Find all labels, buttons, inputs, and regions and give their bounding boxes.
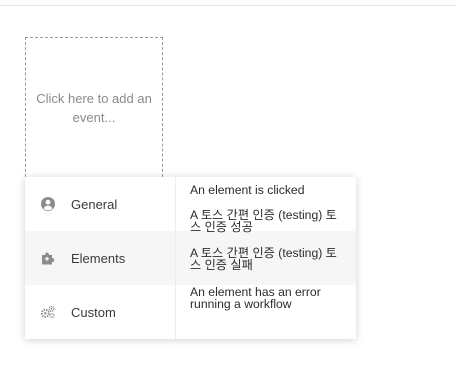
- event-item[interactable]: An element is clicked: [190, 184, 344, 197]
- gears-icon: [40, 304, 56, 320]
- category-label: Custom: [71, 304, 116, 320]
- add-event-text: Click here to add an event...: [36, 91, 152, 125]
- category-general[interactable]: General: [25, 177, 175, 231]
- event-type-menu: General Elements Custom An element is cl…: [25, 177, 356, 339]
- category-label: General: [71, 196, 118, 212]
- category-custom[interactable]: Custom: [25, 285, 175, 339]
- top-divider: [0, 5, 456, 6]
- category-list: General Elements Custom: [25, 177, 175, 339]
- category-label: Elements: [71, 250, 126, 266]
- event-item[interactable]: An element has an error running a workfl…: [190, 286, 344, 310]
- category-elements[interactable]: Elements: [25, 231, 175, 285]
- user-circle-icon: [40, 196, 56, 212]
- event-item[interactable]: A 토스 간편 인증 (testing) 토스 인증 실패: [190, 247, 344, 271]
- event-item[interactable]: A 토스 간편 인증 (testing) 토스 인증 성공: [190, 209, 344, 233]
- add-event-placeholder[interactable]: Click here to add an event...: [25, 37, 163, 187]
- event-list: An element is clicked A 토스 간편 인증 (testin…: [176, 177, 356, 339]
- puzzle-plus-icon: [40, 250, 56, 266]
